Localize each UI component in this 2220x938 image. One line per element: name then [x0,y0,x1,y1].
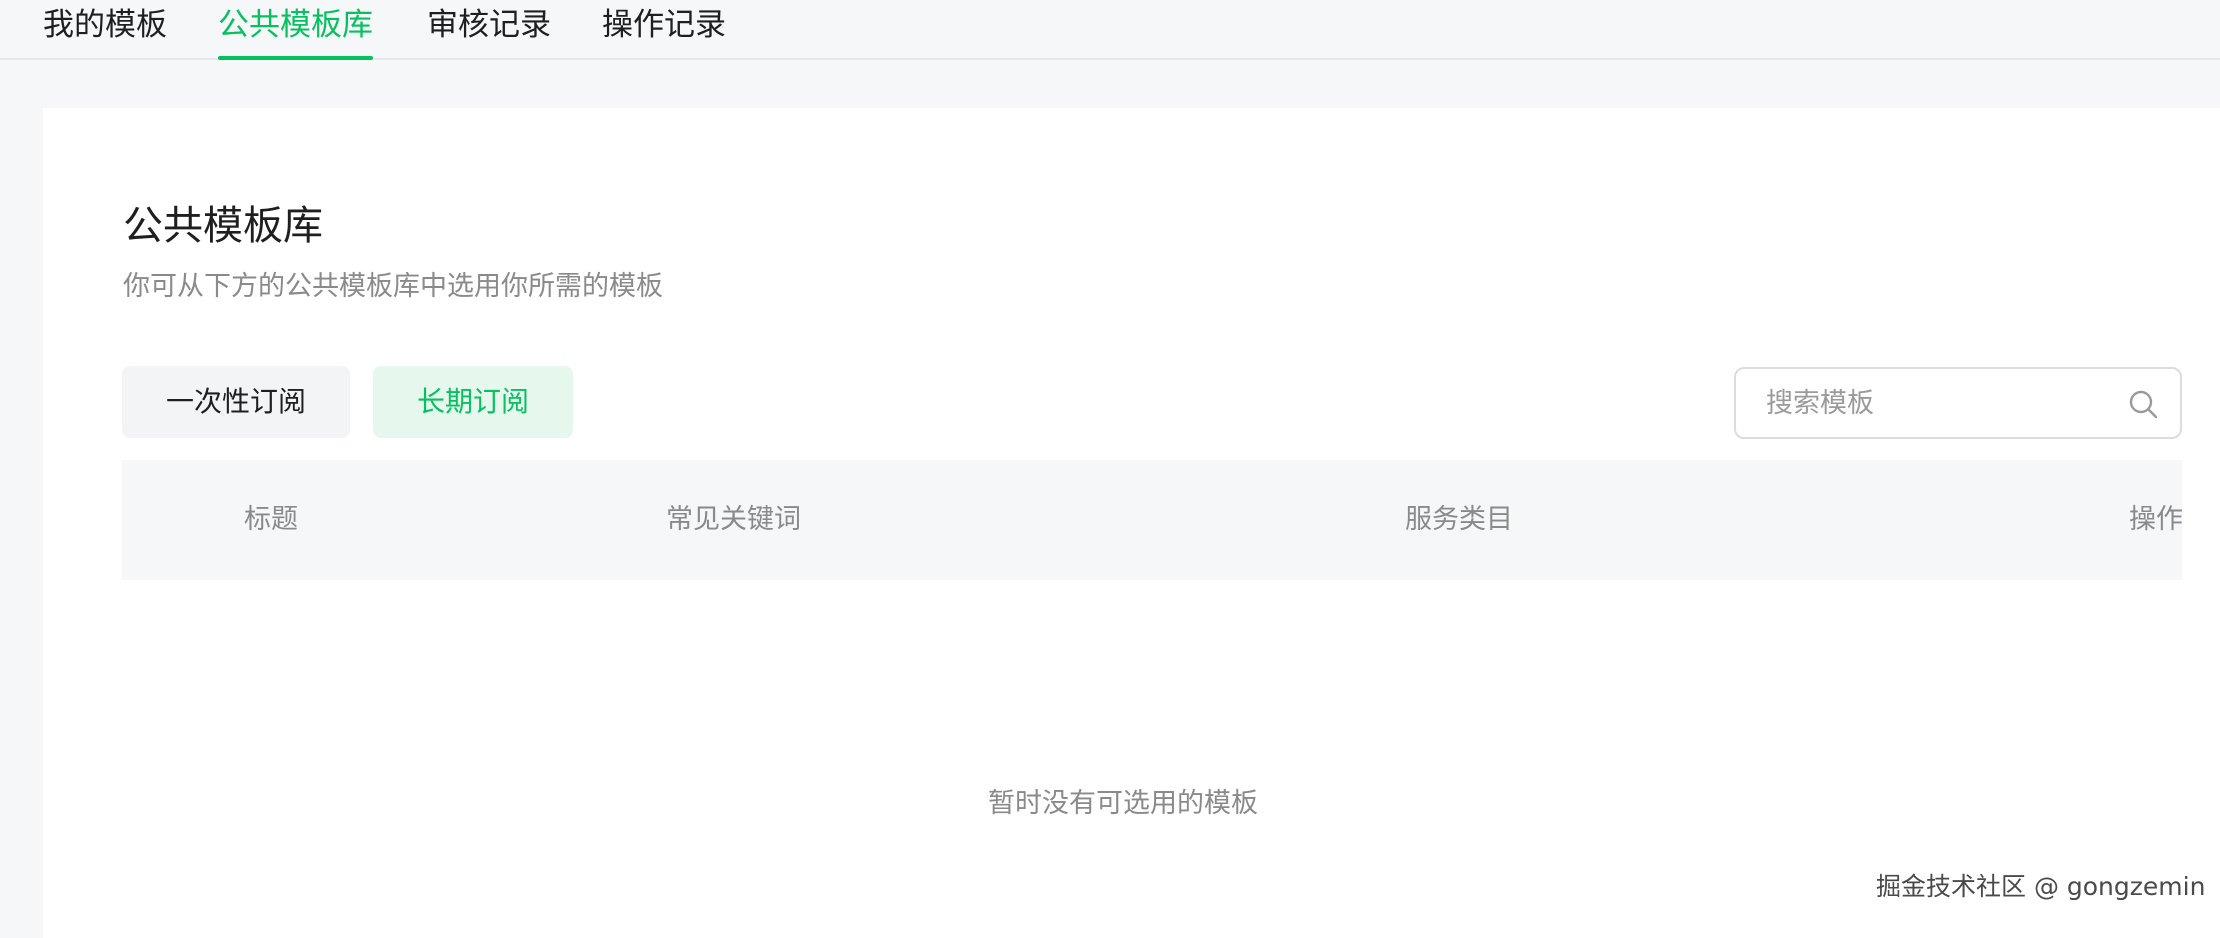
empty-state-text: 暂时没有可选用的模板 [988,788,1258,819]
watermark: 掘金技术社区 @ gongzemin [1876,872,2206,901]
column-header-service-category: 服务类目 [1405,504,1513,535]
column-header-title: 标题 [244,504,298,535]
tab-review-records[interactable]: 审核记录 [427,0,551,58]
page-title: 公共模板库 [123,203,323,249]
search-box [1734,367,2182,439]
search-icon[interactable] [2128,389,2158,419]
column-header-actions: 操作 [2129,504,2183,535]
long-term-subscription-button[interactable]: 长期订阅 [373,366,573,438]
tab-public-template-library[interactable]: 公共模板库 [218,0,373,60]
one-time-subscription-button[interactable]: 一次性订阅 [122,366,350,438]
top-tab-bar: 我的模板 公共模板库 审核记录 操作记录 [0,0,2220,60]
tab-my-templates[interactable]: 我的模板 [43,0,167,58]
table-header: 标题 常见关键词 服务类目 操作 [122,460,2183,580]
tab-operation-records[interactable]: 操作记录 [602,0,726,58]
search-input[interactable] [1766,369,2106,437]
main-card: 公共模板库 你可从下方的公共模板库中选用你所需的模板 一次性订阅 长期订阅 标题… [43,108,2220,938]
column-header-keywords: 常见关键词 [666,504,801,535]
page-description: 你可从下方的公共模板库中选用你所需的模板 [123,271,663,302]
